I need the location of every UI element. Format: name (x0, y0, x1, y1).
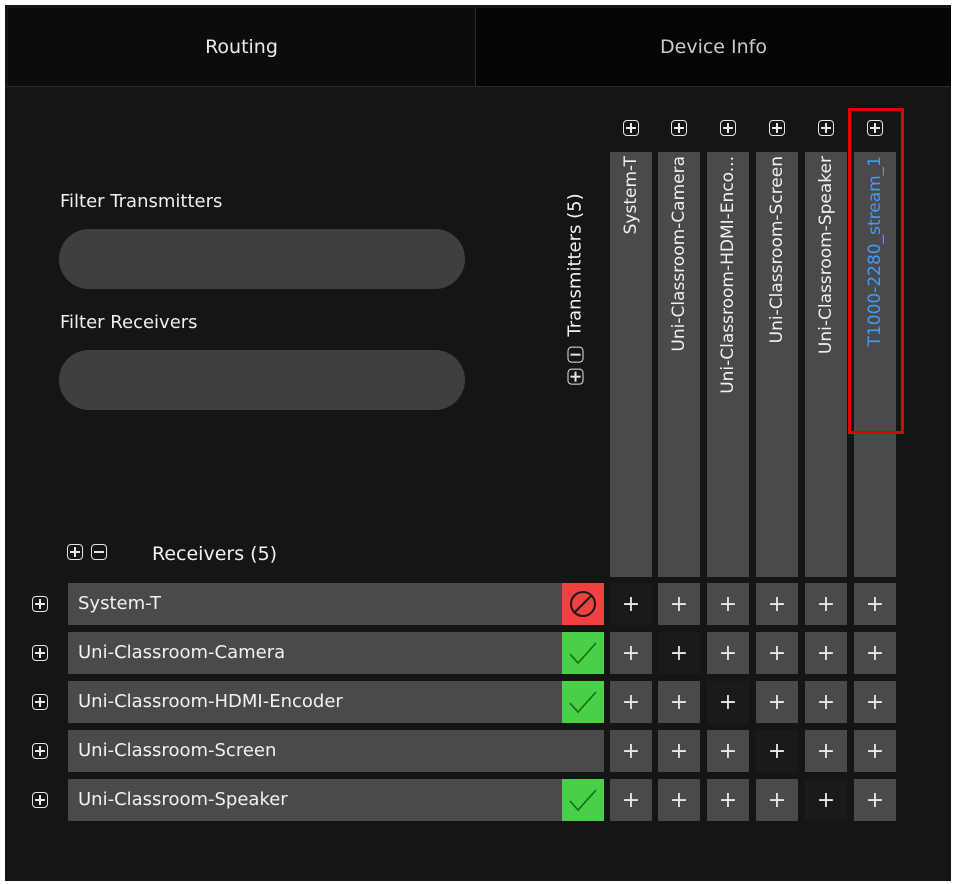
checkmark-icon (569, 789, 597, 812)
tab-divider (5, 86, 951, 87)
receiver-row[interactable]: Uni-Classroom-HDMI-Encoder (68, 681, 604, 723)
route-cell[interactable]: + (854, 583, 896, 625)
route-cell[interactable]: + (805, 681, 847, 723)
transmitter-label: T1000-2280_stream_1 (865, 156, 885, 347)
expand-receiver-plus-icon[interactable] (32, 743, 48, 759)
expand-transmitter-plus-icon[interactable] (818, 120, 834, 136)
transmitter-column-header[interactable]: Uni-Classroom-Camera (658, 152, 700, 577)
route-cell[interactable]: + (756, 583, 798, 625)
route-cell[interactable]: + (707, 779, 749, 821)
transmitters-heading: Transmitters (5) (564, 193, 586, 385)
route-cell[interactable]: + (610, 779, 652, 821)
receiver-label: Uni-Classroom-HDMI-Encoder (78, 691, 343, 712)
receivers-heading: Receivers (5) (152, 543, 278, 565)
route-cell[interactable]: + (658, 779, 700, 821)
route-cell[interactable]: + (610, 583, 652, 625)
receiver-error-status (562, 583, 604, 625)
tab-routing[interactable]: Routing (8, 8, 476, 86)
expand-transmitter-plus-icon[interactable] (671, 120, 687, 136)
collapse-all-receivers-minus-icon[interactable] (91, 544, 107, 560)
route-cell[interactable]: + (756, 779, 798, 821)
receiver-label: Uni-Classroom-Camera (78, 642, 286, 663)
route-cell[interactable]: + (854, 632, 896, 674)
expand-receiver-plus-icon[interactable] (32, 645, 48, 661)
expand-transmitter-plus-icon[interactable] (623, 120, 639, 136)
route-cell[interactable]: + (805, 730, 847, 772)
transmitter-column-header[interactable]: Uni-Classroom-HDMI-Enco... (707, 152, 749, 577)
route-cell[interactable]: + (805, 779, 847, 821)
filter-transmitters-input[interactable] (59, 229, 465, 289)
prohibited-icon (570, 591, 596, 617)
expand-receiver-plus-icon[interactable] (32, 596, 48, 612)
expand-transmitter-plus-icon[interactable] (867, 120, 883, 136)
receiver-label: Uni-Classroom-Speaker (78, 789, 288, 810)
tab-device-info[interactable]: Device Info (476, 8, 951, 86)
transmitter-column-header[interactable]: System-T (610, 152, 652, 577)
transmitters-heading-label: Transmitters (5) (564, 193, 586, 337)
collapse-all-transmitters-minus-icon[interactable] (567, 346, 583, 363)
expand-all-receivers-plus-icon[interactable] (67, 544, 83, 560)
route-cell[interactable]: + (854, 779, 896, 821)
expand-transmitter-plus-icon[interactable] (769, 120, 785, 136)
route-cell[interactable]: + (707, 681, 749, 723)
route-cell[interactable]: + (707, 632, 749, 674)
transmitter-label: Uni-Classroom-Speaker (816, 156, 836, 355)
receiver-label: Uni-Classroom-Screen (78, 740, 277, 761)
expand-all-transmitters-plus-icon[interactable] (567, 368, 583, 385)
route-cell[interactable]: + (610, 632, 652, 674)
app-window: Routing Device Info Filter Transmitters … (5, 5, 951, 881)
transmitter-column-header[interactable]: T1000-2280_stream_1 (854, 152, 896, 577)
route-cell[interactable]: + (756, 632, 798, 674)
route-cell[interactable]: + (610, 681, 652, 723)
checkmark-icon (569, 642, 597, 665)
receiver-ok-status (562, 779, 604, 821)
route-cell[interactable]: + (707, 583, 749, 625)
route-cell[interactable]: + (854, 681, 896, 723)
receiver-label: System-T (78, 593, 161, 614)
receiver-ok-status (562, 632, 604, 674)
transmitter-label: Uni-Classroom-HDMI-Enco... (718, 156, 738, 394)
receiver-row[interactable]: System-T (68, 583, 604, 625)
expand-receiver-plus-icon[interactable] (32, 694, 48, 710)
filter-receivers-input[interactable] (59, 350, 465, 410)
filter-transmitters-label: Filter Transmitters (60, 191, 223, 212)
receiver-row[interactable]: Uni-Classroom-Screen (68, 730, 604, 772)
route-cell[interactable]: + (756, 730, 798, 772)
route-cell[interactable]: + (658, 730, 700, 772)
transmitter-column-header[interactable]: Uni-Classroom-Screen (756, 152, 798, 577)
route-cell[interactable]: + (658, 681, 700, 723)
route-cell[interactable]: + (707, 730, 749, 772)
route-cell[interactable]: + (610, 730, 652, 772)
transmitter-label: System-T (621, 156, 641, 235)
receiver-row[interactable]: Uni-Classroom-Speaker (68, 779, 604, 821)
route-cell[interactable]: + (658, 583, 700, 625)
expand-transmitter-plus-icon[interactable] (720, 120, 736, 136)
checkmark-icon (569, 691, 597, 714)
expand-receiver-plus-icon[interactable] (32, 792, 48, 808)
transmitter-column-header[interactable]: Uni-Classroom-Speaker (805, 152, 847, 577)
receiver-row[interactable]: Uni-Classroom-Camera (68, 632, 604, 674)
route-cell[interactable]: + (805, 632, 847, 674)
route-cell[interactable]: + (854, 730, 896, 772)
filter-receivers-label: Filter Receivers (60, 312, 198, 333)
route-cell[interactable]: + (756, 681, 798, 723)
route-cell[interactable]: + (658, 632, 700, 674)
receiver-ok-status (562, 681, 604, 723)
route-cell[interactable]: + (805, 583, 847, 625)
transmitter-label: Uni-Classroom-Camera (669, 156, 689, 352)
transmitter-label: Uni-Classroom-Screen (767, 156, 787, 344)
